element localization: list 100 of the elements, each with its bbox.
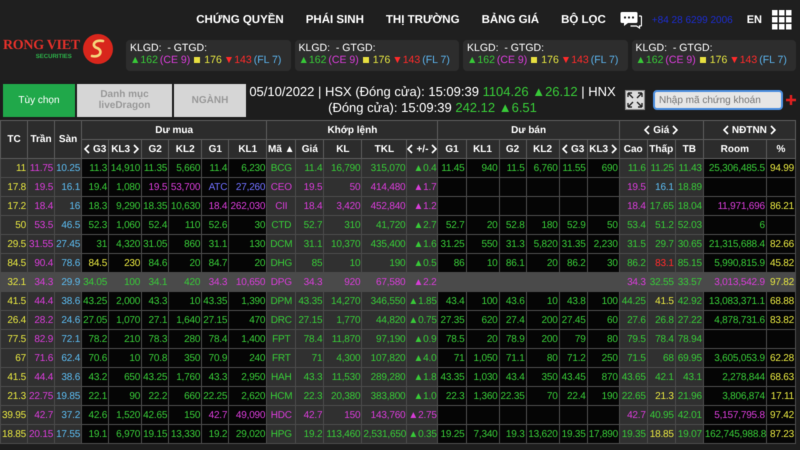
- table-cell: 190: [587, 386, 620, 406]
- floor-count: (FL 7): [759, 54, 787, 66]
- column-header: Trần: [30, 134, 52, 145]
- table-cell: 50: [324, 178, 362, 196]
- table-cell: 43.3: [296, 368, 324, 386]
- table-cell: 70.9: [202, 348, 229, 368]
- table-cell: 10,370: [324, 234, 362, 254]
- table-cell: 70: [526, 386, 560, 406]
- stock-symbol[interactable]: HCM: [266, 386, 296, 406]
- table-cell: 1,760: [168, 368, 202, 386]
- table-cell: 1,360: [466, 386, 500, 406]
- stock-symbol[interactable]: DRC: [266, 310, 296, 330]
- table-cell: 41.5: [0, 292, 28, 310]
- stock-symbol[interactable]: BCG: [266, 158, 296, 178]
- chevron-right-icon[interactable]: [431, 144, 438, 154]
- table-cell: ▲1.0: [406, 386, 438, 406]
- table-cell: 86.1: [499, 254, 526, 272]
- stock-symbol[interactable]: HDC: [266, 406, 296, 424]
- table-cell: 6: [703, 216, 766, 234]
- ceiling-count: (CE 9): [496, 54, 528, 66]
- filter-tab[interactable]: Tùy chọn: [3, 84, 75, 116]
- chevron-left-icon[interactable]: [407, 144, 414, 154]
- table-cell: 97.82: [766, 272, 796, 292]
- stock-symbol[interactable]: DPM: [266, 292, 296, 310]
- square-icon: [194, 57, 200, 63]
- table-cell: 69.95: [675, 348, 704, 368]
- table-cell: 690: [587, 158, 620, 178]
- table-cell: 37.2: [54, 406, 82, 424]
- chevron-left-icon[interactable]: [562, 144, 568, 154]
- table-cell: 52.9: [559, 216, 588, 234]
- table-cell: ▲2.7: [406, 216, 438, 234]
- table-cell: 52.7: [438, 216, 466, 234]
- table-cell: 82.66: [766, 234, 796, 254]
- chevron-left-icon[interactable]: [644, 125, 650, 135]
- chevron-left-icon[interactable]: [722, 125, 729, 135]
- nav-link[interactable]: BẢNG GIÁ: [482, 14, 540, 26]
- stock-symbol[interactable]: HPG: [266, 424, 296, 444]
- table-cell: ▲1.7: [406, 178, 438, 196]
- language-switch[interactable]: EN: [746, 14, 762, 26]
- stock-symbol[interactable]: FRT: [266, 348, 296, 368]
- table-cell: 31.1: [202, 234, 229, 254]
- chevron-right-icon[interactable]: [133, 144, 140, 154]
- table-cell: 11.55: [559, 158, 588, 178]
- table-cell: 42.6: [82, 406, 109, 424]
- table-cell: 1,390: [228, 292, 267, 310]
- chevron-right-icon[interactable]: [611, 144, 618, 154]
- column-header: KL3: [111, 144, 130, 154]
- table-cell: 1,060: [108, 216, 142, 234]
- table-cell: 4,320: [108, 234, 142, 254]
- nav-link[interactable]: PHÁI SINH: [306, 14, 364, 26]
- chevron-left-icon[interactable]: [84, 144, 90, 154]
- chevron-right-icon[interactable]: [672, 125, 678, 135]
- table-cell: 31.3: [499, 234, 526, 254]
- decliners-count: ▼143: [729, 54, 758, 66]
- table-cell: 78.3: [142, 330, 169, 348]
- stock-symbol[interactable]: FPT: [266, 330, 296, 348]
- table-cell: 1,770: [324, 310, 362, 330]
- fullscreen-icon[interactable]: [625, 90, 645, 110]
- nav-link[interactable]: THỊ TRƯỜNG: [386, 14, 460, 26]
- column-header: Cao: [624, 144, 643, 154]
- stock-search-field[interactable]: Nhập mã chứng khoán: [653, 90, 783, 110]
- stock-symbol[interactable]: HAH: [266, 368, 296, 386]
- chat-icon[interactable]: [620, 11, 642, 29]
- stock-symbol[interactable]: CTD: [266, 216, 296, 234]
- add-icon[interactable]: [785, 94, 797, 106]
- table-cell: 34.3: [619, 272, 648, 292]
- advancers-count: ▲162: [636, 54, 664, 66]
- apps-grid-icon[interactable]: [772, 10, 792, 30]
- table-cell: 162,745,988.8: [703, 424, 766, 444]
- table-cell: 16,790: [324, 158, 362, 178]
- table-cell: 11.3: [82, 158, 109, 178]
- table-cell: ▲0.75: [406, 310, 438, 330]
- table-cell: 42.65: [142, 406, 169, 424]
- table-cell: 22.2: [142, 386, 169, 406]
- table-cell: 43.65: [619, 368, 648, 386]
- stock-symbol[interactable]: DCM: [266, 234, 296, 254]
- stock-symbol[interactable]: CEO: [266, 178, 296, 196]
- table-cell: 90: [108, 386, 142, 406]
- table-cell: 860: [168, 234, 202, 254]
- table-cell: 13,620: [526, 424, 560, 444]
- stock-symbol[interactable]: DHG: [266, 254, 296, 272]
- table-cell: 19.4: [82, 178, 109, 196]
- nav-link[interactable]: BỘ LỌC: [561, 14, 606, 26]
- highlighted-row[interactable]: 32.1 34.3 29.9 34.05 100 34.1 420 34.3 10,650 DPG 34.3 920 67,580 ▲2.2 34.3 32.55 33.57 3,013,542.9 97.82: [0, 272, 796, 292]
- table-cell: 452,840: [362, 196, 407, 216]
- nav-link[interactable]: CHỨNG QUYỀN: [196, 14, 284, 26]
- chevron-right-icon[interactable]: [770, 125, 776, 135]
- table-cell: 43.35: [202, 292, 229, 310]
- table-cell: 31: [82, 234, 109, 254]
- table-cell: ▲1.8: [406, 368, 438, 386]
- table-cell: 19.3: [499, 424, 526, 444]
- table-cell: ▲2.2: [406, 272, 438, 292]
- table-cell: 30.65: [675, 234, 704, 254]
- square-icon: [531, 57, 538, 63]
- stock-symbol[interactable]: CII: [266, 196, 296, 216]
- table-cell: 13,083,371.1: [703, 292, 766, 310]
- table-cell: 21.3: [0, 386, 28, 406]
- table-cell: 1,030: [466, 368, 500, 386]
- table-cell: 940: [466, 158, 500, 178]
- table-cell: 1,070: [108, 310, 142, 330]
